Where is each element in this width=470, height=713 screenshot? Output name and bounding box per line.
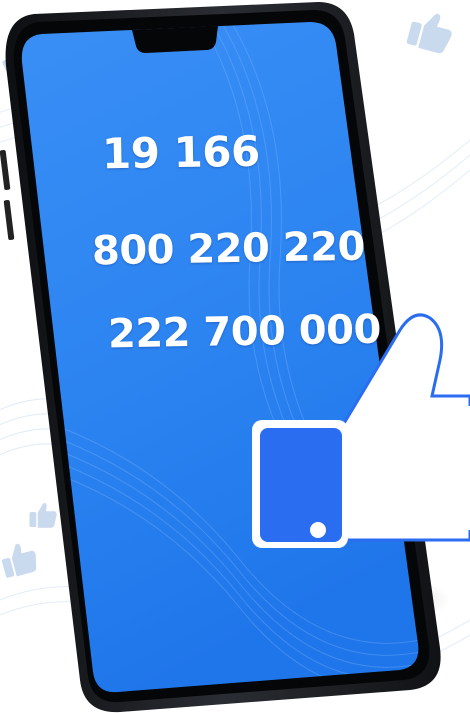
background-like-icon <box>405 7 456 56</box>
phone-number-3: 222 700 000 <box>107 306 382 358</box>
phone-device <box>0 2 441 713</box>
illustration <box>0 2 470 713</box>
background-like-icon <box>0 539 40 580</box>
thumbs-up-button-dot <box>310 522 326 538</box>
phone-notch <box>132 26 218 53</box>
volume-button <box>3 200 15 240</box>
background-like-icon <box>29 503 57 528</box>
phone-number-1: 19 166 <box>101 126 261 179</box>
thumbs-up-cuff <box>260 428 342 542</box>
phone-number-2: 800 220 220 <box>91 223 366 275</box>
volume-button <box>0 150 11 190</box>
scene: 19 166 800 220 220 222 700 000 <box>0 0 470 713</box>
